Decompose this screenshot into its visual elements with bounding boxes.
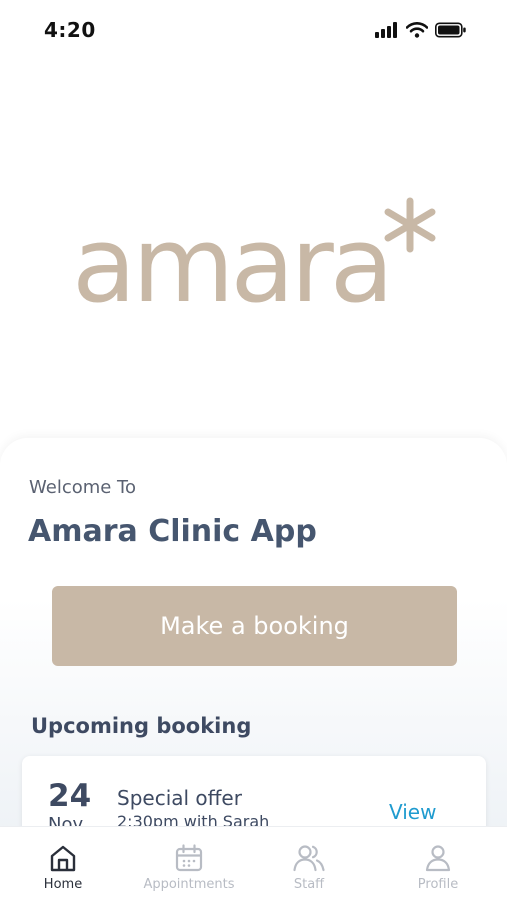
brand-logo: amara	[70, 195, 440, 326]
tab-staff-label: Staff	[293, 877, 325, 892]
booking-day: 24	[48, 778, 92, 814]
tab-appointments-label: Appointments	[143, 877, 235, 892]
make-booking-button[interactable]: Make a booking	[52, 586, 457, 666]
tab-profile[interactable]: Profile	[375, 827, 501, 901]
staff-icon	[293, 845, 325, 872]
logo-wordmark: amara	[72, 204, 390, 315]
tab-home[interactable]: Home	[0, 827, 126, 901]
status-bar: 4:20	[0, 0, 507, 60]
page-title: Amara Clinic App	[28, 514, 317, 549]
upcoming-booking-heading: Upcoming booking	[31, 714, 252, 738]
tab-profile-label: Profile	[417, 877, 459, 892]
signal-icon	[375, 22, 397, 38]
profile-icon	[425, 845, 451, 872]
booking-title: Special offer	[117, 786, 242, 810]
battery-icon	[435, 22, 466, 38]
view-booking-link[interactable]: View	[389, 800, 436, 824]
home-icon	[50, 845, 76, 872]
amara-logo: amara	[72, 197, 436, 326]
status-icons	[375, 22, 467, 38]
calendar-icon	[175, 844, 203, 872]
tab-bar: Home Appointments Staff Profile	[0, 826, 507, 901]
welcome-subtitle: Welcome To	[29, 477, 137, 498]
status-time: 4:20	[44, 18, 96, 42]
asterisk-icon	[384, 197, 436, 253]
wifi-icon	[406, 22, 428, 38]
tab-home-label: Home	[43, 877, 83, 892]
tab-staff[interactable]: Staff	[246, 827, 372, 901]
tab-appointments[interactable]: Appointments	[126, 827, 252, 901]
